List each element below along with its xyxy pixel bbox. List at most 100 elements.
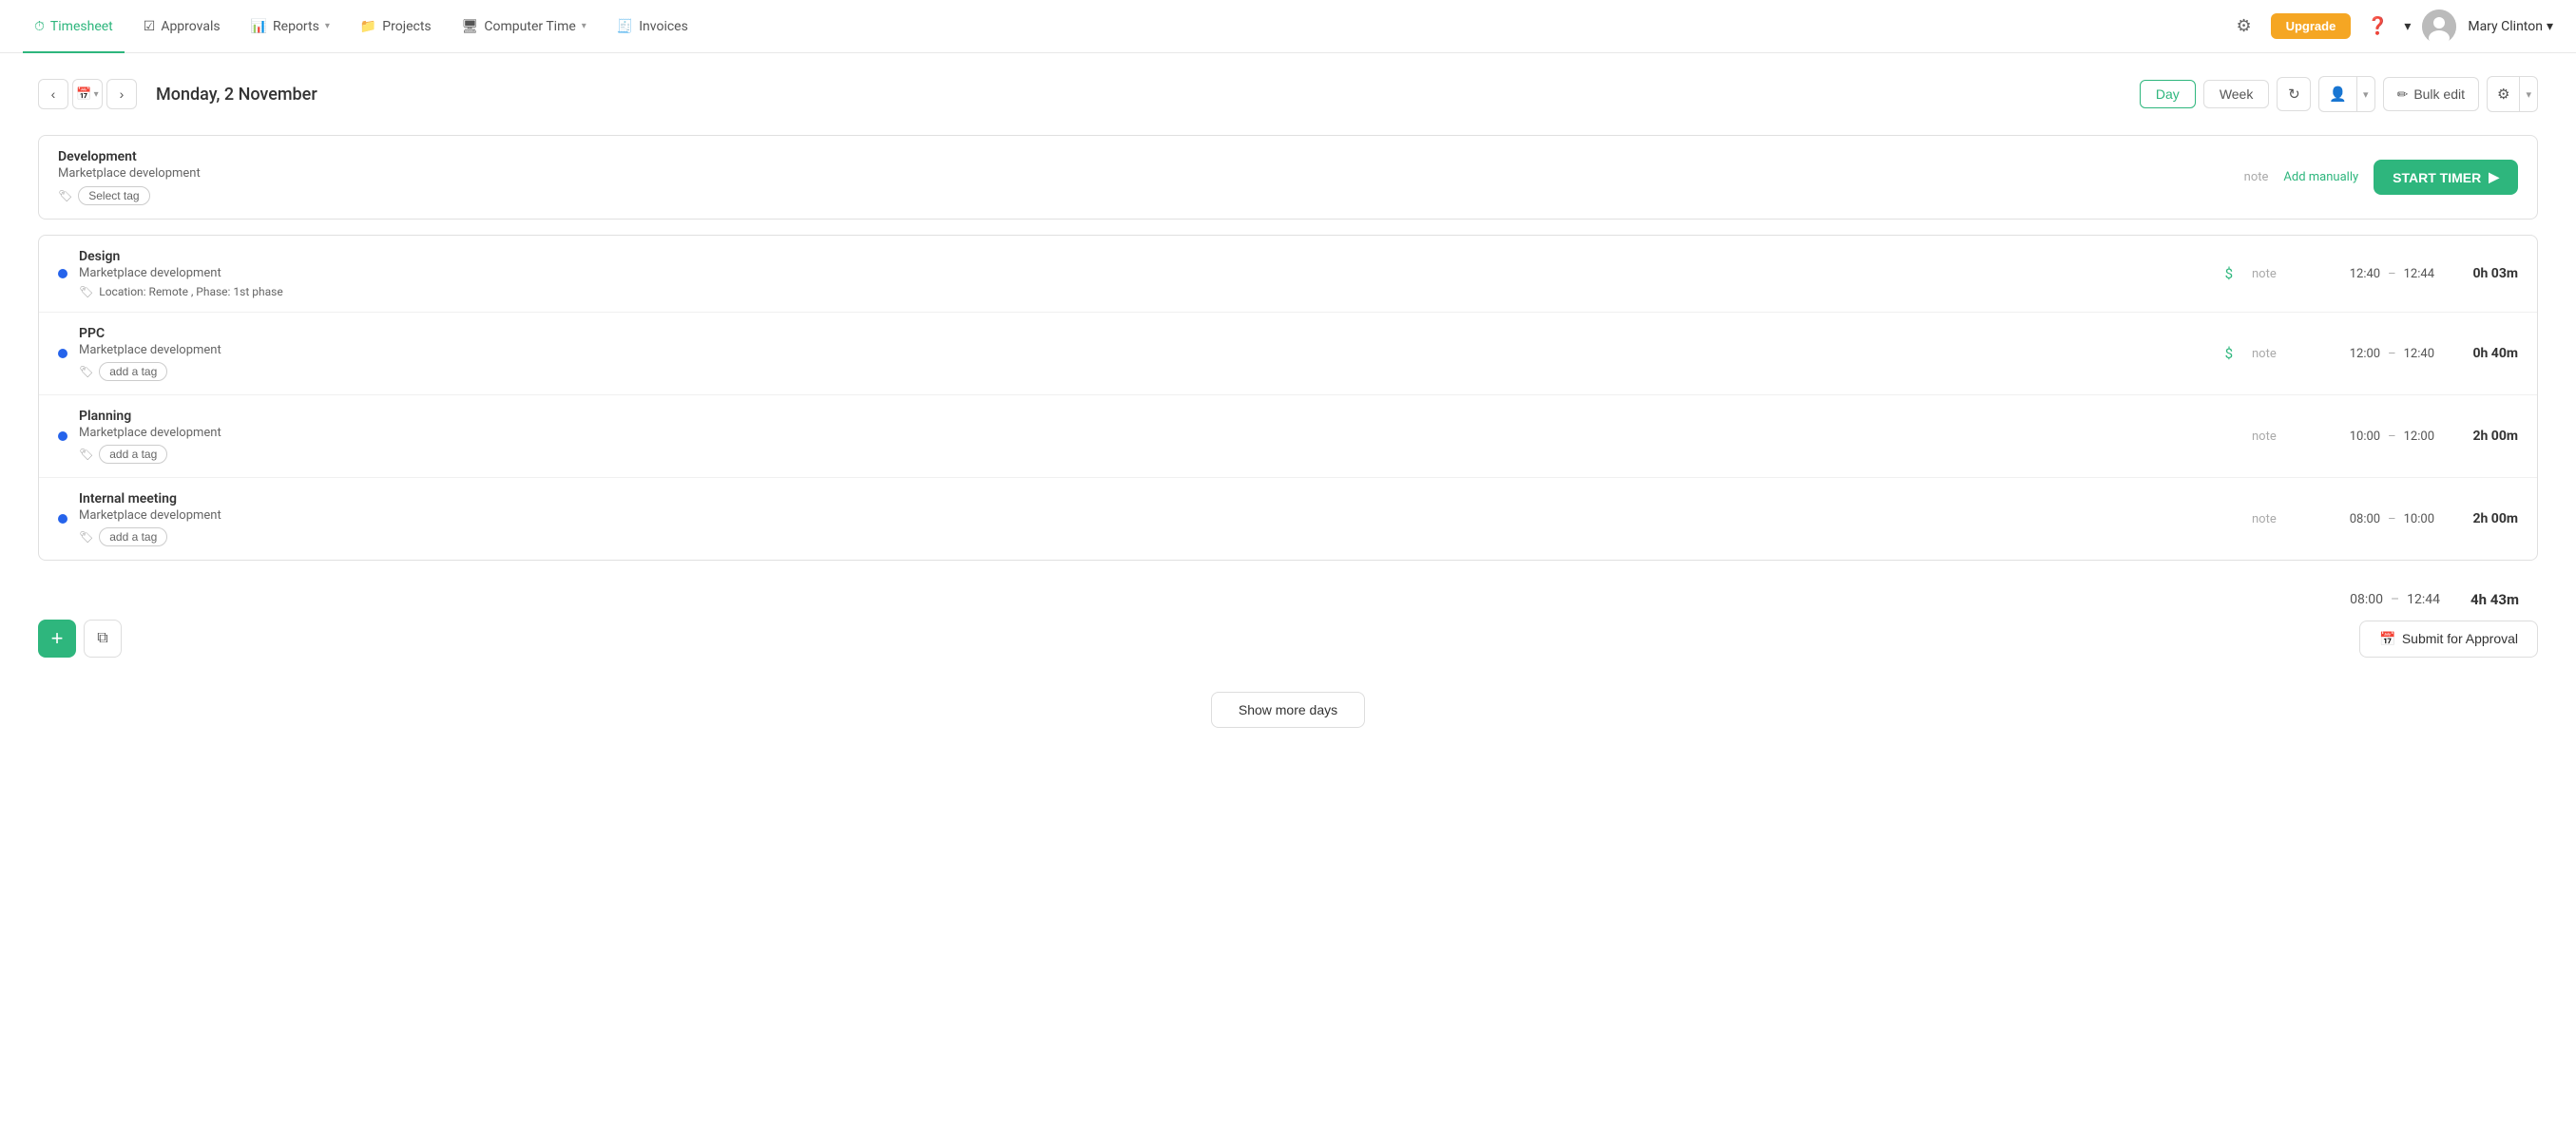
user-filter-chevron-icon: ▾ [2356,77,2374,111]
entry-title-planning: Planning [79,409,2214,424]
time-entries-container: Design Marketplace development 🏷 Locatio… [38,235,2538,561]
reports-icon: 📊 [251,19,267,34]
week-view-button[interactable]: Week [2203,80,2270,108]
table-row: PPC Marketplace development 🏷 add a tag … [39,313,2537,395]
dash-planning: – [2388,430,2396,444]
entry-duration-meeting: 2h 00m [2461,511,2518,526]
tag-text-design: Location: Remote , Phase: 1st phase [99,285,282,298]
settings-icon[interactable]: ⚙ [2229,11,2259,42]
entry-note-design: note [2252,267,2290,281]
entry-duration-ppc: 0h 40m [2461,346,2518,361]
date-toolbar: ‹ 📅 ▾ › Monday, 2 November Day Week ↻ 👤 … [38,76,2538,112]
settings-gear-button[interactable]: ⚙ ▾ [2487,76,2538,112]
submit-approval-button[interactable]: 📅 Submit for Approval [2359,621,2538,658]
gear-icon: ⚙ [2488,77,2519,111]
prev-date-button[interactable]: ‹ [38,79,68,109]
nav-reports[interactable]: 📊 Reports ▾ [240,0,341,53]
entry-dot-design [58,269,67,278]
entry-title-design: Design [79,249,2214,264]
entry-info-planning: Planning Marketplace development 🏷 add a… [79,409,2214,464]
bottom-actions: + ⧉ 📅 Submit for Approval [38,620,2538,673]
calendar-chevron-icon: ▾ [94,89,99,100]
avatar [2422,10,2456,44]
nav-invoices[interactable]: 🧾 Invoices [606,0,700,53]
copy-icon: ⧉ [97,630,107,647]
summary-time-range: 08:00 – 12:44 [2350,592,2440,607]
copy-button[interactable]: ⧉ [84,620,122,658]
start-timer-button[interactable]: START TIMER ▶ [2374,160,2518,195]
refresh-button[interactable]: ↻ [2277,77,2311,111]
entry-time-planning: 10:00 – 12:00 [2301,430,2434,444]
development-project-name: Development [58,149,2229,164]
entry-project-design: Marketplace development [79,266,2214,280]
nav-timesheet[interactable]: ⏱ Timesheet [23,0,125,53]
entry-tags-meeting: 🏷 add a tag [79,527,2214,546]
calendar-icon: 📅 [76,86,91,102]
entry-project-ppc: Marketplace development [79,343,2214,357]
navbar: ⏱ Timesheet ☑ Approvals 📊 Reports ▾ 📁 Pr… [0,0,2576,53]
user-chevron-icon: ▾ [2547,19,2553,34]
upgrade-button[interactable]: Upgrade [2271,13,2352,39]
development-tag-row: 🏷 Select tag [58,186,2229,205]
development-entry-info: Development Marketplace development 🏷 Se… [58,149,2229,205]
add-entry-button[interactable]: + [38,620,76,658]
dash-design: – [2388,267,2396,281]
add-tag-button-ppc[interactable]: add a tag [99,362,167,381]
user-name[interactable]: Mary Clinton ▾ [2468,19,2553,34]
show-more-days-button[interactable]: Show more days [1211,692,1365,728]
summary-row: 08:00 – 12:44 4h 43m [38,580,2538,620]
bulk-edit-button[interactable]: ✏ Bulk edit [2383,77,2479,111]
entry-dot-planning [58,431,67,441]
entry-time-ppc: 12:00 – 12:40 [2301,347,2434,361]
help-icon[interactable]: ❓ [2362,11,2393,42]
entry-title-meeting: Internal meeting [79,491,2214,506]
main-content: ‹ 📅 ▾ › Monday, 2 November Day Week ↻ 👤 … [0,53,2576,751]
nav-projects[interactable]: 📁 Projects [349,0,443,53]
day-view-button[interactable]: Day [2140,80,2196,108]
entry-title-ppc: PPC [79,326,2214,341]
table-row: Internal meeting Marketplace development… [39,478,2537,560]
computer-icon: 🖥 [462,19,479,34]
select-tag-button[interactable]: Select tag [78,186,149,205]
reports-chevron-icon: ▾ [325,21,330,31]
show-more-section: Show more days [38,692,2538,728]
entry-project-meeting: Marketplace development [79,508,2214,523]
entry-time-meeting: 08:00 – 10:00 [2301,512,2434,526]
current-date: Monday, 2 November [156,85,317,105]
entry-info-design: Design Marketplace development 🏷 Locatio… [79,249,2214,298]
clock-icon: ⏱ [34,19,45,34]
user-filter-button[interactable]: 👤 ▾ [2318,76,2374,112]
user-filter-icon: 👤 [2319,77,2356,111]
entry-tags-planning: 🏷 add a tag [79,445,2214,464]
add-tag-button-meeting[interactable]: add a tag [99,527,167,546]
date-navigation: ‹ 📅 ▾ › [38,79,137,109]
nav-approvals[interactable]: ☑ Approvals [132,0,232,53]
toolbar-right: Day Week ↻ 👤 ▾ ✏ Bulk edit ⚙ ▾ [2140,76,2538,112]
table-row: Design Marketplace development 🏷 Locatio… [39,236,2537,313]
nav-computer-time[interactable]: 🖥 Computer Time ▾ [451,0,598,53]
play-icon: ▶ [2489,169,2499,185]
computer-time-chevron-icon: ▾ [582,21,586,31]
dash-ppc: – [2388,347,2396,361]
tag-icon-meeting: 🏷 [79,530,93,544]
add-tag-button-planning[interactable]: add a tag [99,445,167,464]
calendar-button[interactable]: 📅 ▾ [72,79,103,109]
entry-note-meeting: note [2252,512,2290,526]
entry-duration-planning: 2h 00m [2461,429,2518,444]
entry-info-meeting: Internal meeting Marketplace development… [79,491,2214,546]
development-entry-row: Development Marketplace development 🏷 Se… [38,135,2538,220]
billable-icon-design: $ [2225,265,2233,282]
summary-dash: – [2391,592,2399,607]
entry-info-ppc: PPC Marketplace development 🏷 add a tag [79,326,2214,381]
table-row: Planning Marketplace development 🏷 add a… [39,395,2537,478]
entry-note-planning: note [2252,430,2290,444]
next-date-button[interactable]: › [106,79,137,109]
entry-duration-design: 0h 03m [2461,266,2518,281]
dash-meeting: – [2388,512,2396,526]
entry-dot-meeting [58,514,67,524]
tag-icon: 🏷 [58,189,72,202]
tag-icon-design: 🏷 [79,285,93,298]
entry-dot-ppc [58,349,67,358]
plus-icon: + [51,626,64,651]
add-manually-button[interactable]: Add manually [2283,170,2358,184]
